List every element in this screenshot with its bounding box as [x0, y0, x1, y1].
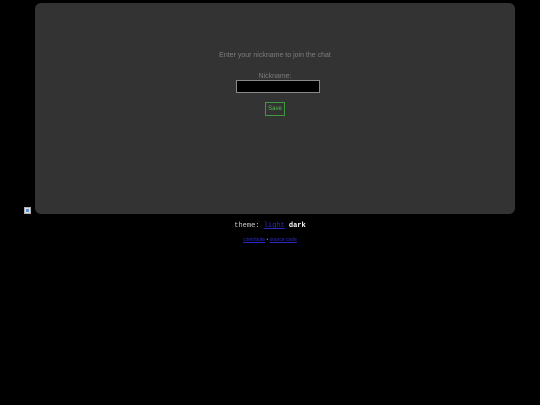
- theme-switcher: theme: light dark: [0, 222, 540, 230]
- save-button[interactable]: Save: [265, 102, 285, 116]
- broken-image-icon: [24, 207, 31, 214]
- theme-dark-current: dark: [288, 222, 306, 230]
- contribute-link[interactable]: contribute: [243, 237, 265, 243]
- nickname-input[interactable]: [236, 80, 320, 93]
- theme-light-link[interactable]: light: [264, 222, 285, 230]
- nickname-label: Nickname:: [258, 73, 292, 80]
- footer-separator: •: [266, 237, 269, 243]
- theme-label: theme:: [234, 222, 260, 230]
- join-panel: Enter your nickname to join the chat Nic…: [35, 3, 515, 214]
- join-prompt: Enter your nickname to join the chat: [219, 52, 331, 59]
- source-code-link[interactable]: source code: [270, 237, 297, 243]
- footer-links: contribute • source code: [0, 237, 540, 243]
